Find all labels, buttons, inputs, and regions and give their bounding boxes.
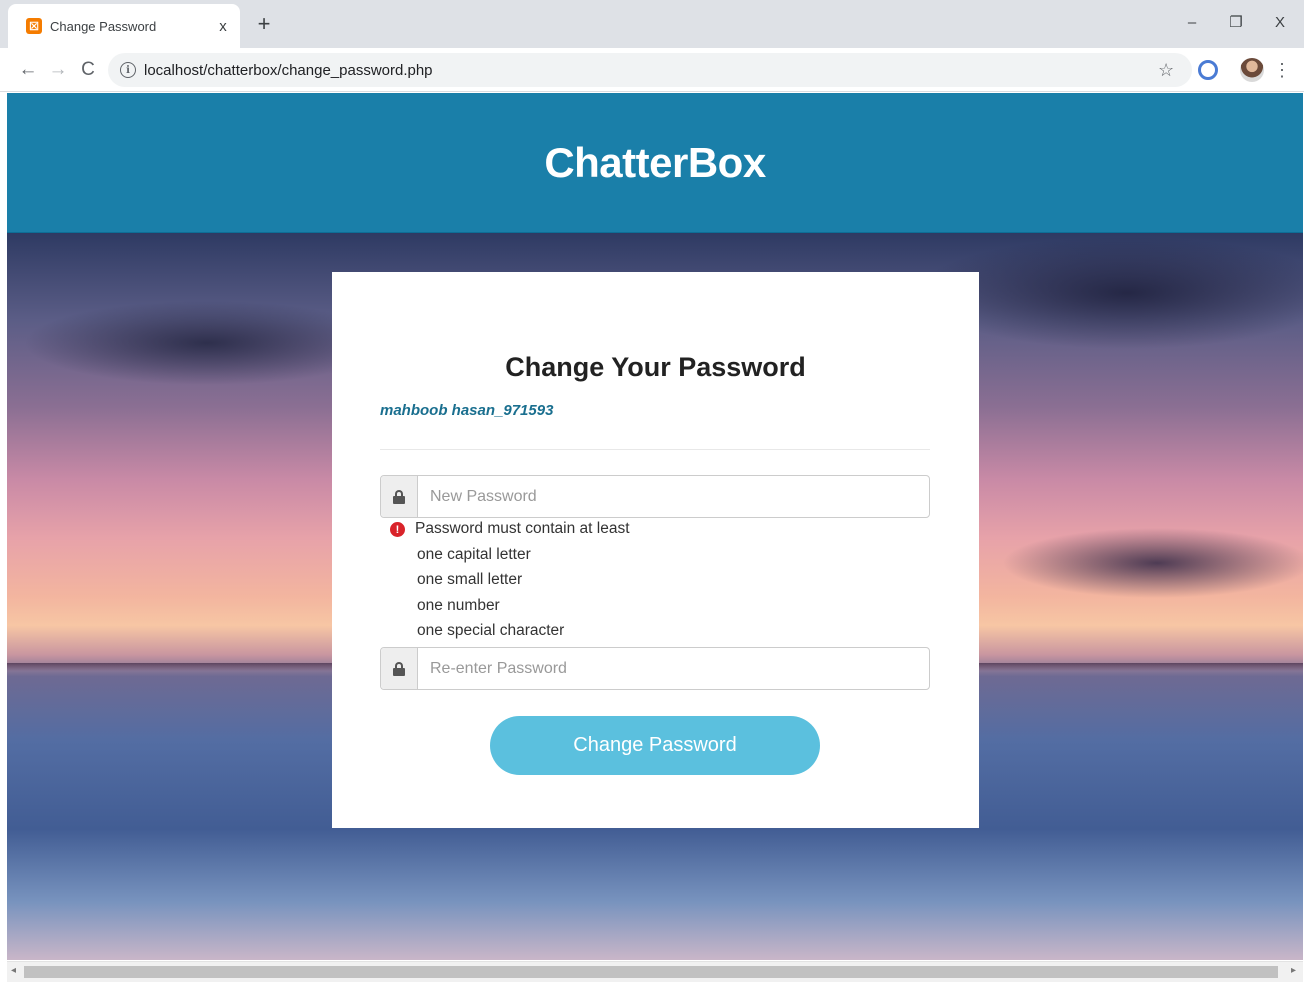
url-text[interactable]: localhost/chatterbox/change_password.php: [144, 62, 433, 79]
address-bar[interactable]: i localhost/chatterbox/change_password.p…: [108, 53, 1192, 87]
close-window-button[interactable]: X: [1260, 8, 1300, 36]
tab-close-icon[interactable]: x: [212, 15, 234, 37]
browser-tab-bar: ☒ Change Password x + – ❐ X: [0, 0, 1304, 48]
username-label: mahboob hasan_971593: [380, 402, 554, 419]
rule-item: one number: [417, 597, 500, 614]
divider: [380, 449, 930, 450]
change-password-button[interactable]: Change Password: [490, 716, 820, 775]
new-password-addon: [381, 476, 418, 517]
info-icon[interactable]: i: [120, 62, 136, 78]
rule-intro: Password must contain at least: [415, 520, 630, 537]
back-icon[interactable]: ←: [14, 56, 42, 84]
new-password-group: [380, 475, 930, 518]
forward-icon[interactable]: →: [44, 56, 72, 84]
reenter-password-addon: [381, 648, 418, 689]
new-tab-button[interactable]: +: [250, 10, 278, 38]
reload-icon[interactable]: C: [74, 56, 102, 84]
reenter-password-input[interactable]: [418, 648, 929, 689]
minimize-button[interactable]: –: [1172, 8, 1212, 36]
rule-item: one small letter: [417, 571, 523, 588]
lock-icon: [393, 489, 405, 504]
scroll-left-icon[interactable]: ◂: [11, 965, 16, 976]
site-header: ChatterBox: [7, 93, 1303, 233]
site-brand[interactable]: ChatterBox: [544, 139, 766, 187]
browser-tab[interactable]: ☒ Change Password x: [8, 4, 240, 48]
browser-toolbar: ← → C i localhost/chatterbox/change_pass…: [0, 48, 1304, 92]
change-password-card: Change Your Password mahboob hasan_97159…: [332, 272, 979, 828]
scroll-right-icon[interactable]: ▸: [1291, 965, 1296, 976]
page-viewport: ChatterBox Change Your Password mahboob …: [7, 93, 1303, 960]
scrollbar-thumb[interactable]: [24, 966, 1278, 978]
page-title: Change Your Password: [505, 352, 806, 382]
lock-icon: [393, 661, 405, 676]
extension-icon[interactable]: [1198, 60, 1218, 80]
warning-icon: !: [390, 522, 405, 537]
menu-icon[interactable]: ⋮: [1272, 58, 1292, 82]
rule-item: one capital letter: [417, 546, 531, 563]
new-password-input[interactable]: [418, 476, 929, 517]
avatar[interactable]: [1240, 58, 1264, 82]
restore-button[interactable]: ❐: [1216, 8, 1256, 36]
reenter-password-group: [380, 647, 930, 690]
horizontal-scrollbar[interactable]: ◂ ▸: [7, 961, 1303, 982]
star-icon[interactable]: ☆: [1158, 60, 1174, 81]
rule-item: one special character: [417, 622, 565, 639]
tab-title: Change Password: [50, 18, 157, 34]
favicon-icon: ☒: [26, 18, 42, 34]
